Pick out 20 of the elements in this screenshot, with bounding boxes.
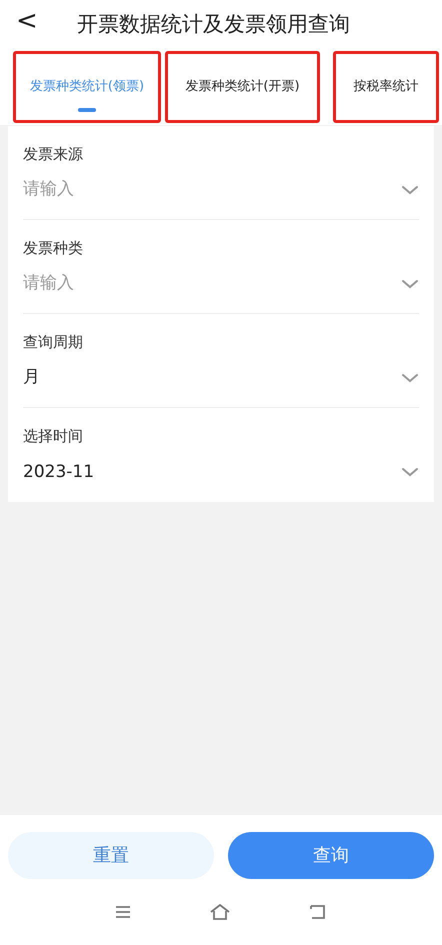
tab[interactable]: 按税率统计 [333, 51, 439, 123]
page-title: 开票数据统计及发票领用查询 [77, 11, 350, 38]
back-button[interactable]: < [12, 8, 42, 34]
chevron-down-icon [401, 278, 419, 289]
field-label: 发票种类 [23, 238, 84, 258]
tab[interactable]: 发票种类统计(领票) [13, 51, 161, 123]
back-icon[interactable] [309, 904, 327, 920]
reset-button[interactable]: 重置 [8, 832, 214, 879]
chevron-down-icon [401, 467, 419, 478]
tab[interactable]: 发票种类统计(开票) [165, 51, 320, 123]
home-icon[interactable] [209, 903, 231, 921]
field-label: 查询周期 [23, 332, 84, 352]
field-label: 选择时间 [23, 426, 84, 447]
active-tab-indicator [78, 108, 96, 112]
chevron-down-icon [401, 184, 419, 195]
menu-icon[interactable] [115, 905, 131, 919]
field-label: 发票来源 [23, 144, 84, 164]
select-field[interactable]: 2023-11 [23, 460, 419, 485]
select-field[interactable]: 月 [23, 365, 419, 390]
chevron-down-icon [401, 372, 419, 383]
